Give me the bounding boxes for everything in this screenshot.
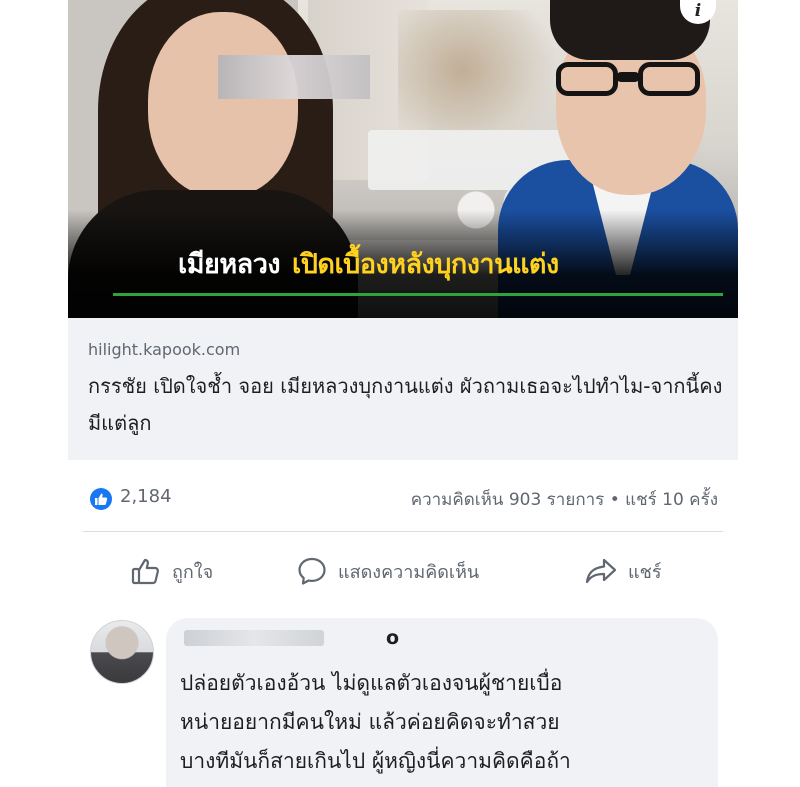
link-title[interactable]: กรรชัย เปิดใจช้ำ จอย เมียหลวงบุกงานแต่ง … xyxy=(88,368,728,442)
headline-underline xyxy=(113,293,723,296)
link-domain: hilight.kapook.com xyxy=(88,340,241,359)
like-button[interactable]: ถูกใจ xyxy=(130,545,213,597)
woman-face xyxy=(148,12,298,197)
comment-label: แสดงความคิดเห็น xyxy=(338,561,480,583)
comment-bubble-icon xyxy=(296,555,328,587)
link-preview-image[interactable]: เมียหลวง เปิดเบื้องหลังบุกงานแต่ง i xyxy=(68,0,738,318)
censor-blur xyxy=(218,55,370,99)
like-count[interactable]: 2,184 xyxy=(120,486,172,507)
thumbs-up-icon xyxy=(130,555,162,587)
headline-white: เมียหลวง xyxy=(178,249,281,280)
share-button[interactable]: แชร์ xyxy=(584,545,662,597)
like-label: ถูกใจ xyxy=(172,561,214,583)
name-blur xyxy=(184,630,324,646)
man-glasses xyxy=(546,62,714,100)
comment-button[interactable]: แสดงความคิดเห็น xyxy=(296,545,479,597)
avatar[interactable] xyxy=(90,620,154,684)
headline-yellow: เปิดเบื้องหลังบุกงานแต่ง xyxy=(292,249,559,280)
reaction-stats: 2,184 ความคิดเห็น 903 รายการ • แชร์ 10 ค… xyxy=(68,470,738,526)
comment-share-counts[interactable]: ความคิดเห็น 903 รายการ • แชร์ 10 ครั้ง xyxy=(411,486,718,513)
image-headline: เมียหลวง เปิดเบื้องหลังบุกงานแต่ง xyxy=(178,242,559,285)
comment-author[interactable]: o xyxy=(386,627,400,649)
action-bar: ถูกใจ แสดงความคิดเห็น แชร์ xyxy=(68,545,738,597)
divider xyxy=(83,531,723,532)
like-reaction-icon[interactable] xyxy=(90,488,112,510)
share-arrow-icon xyxy=(584,555,618,587)
share-label: แชร์ xyxy=(628,561,662,583)
comment-text: ปล่อยตัวเองอ้วน ไม่ดูแลตัวเองจนผู้ชายเบื… xyxy=(180,671,571,773)
post-card: เมียหลวง เปิดเบื้องหลังบุกงานแต่ง i hilig… xyxy=(68,0,738,787)
